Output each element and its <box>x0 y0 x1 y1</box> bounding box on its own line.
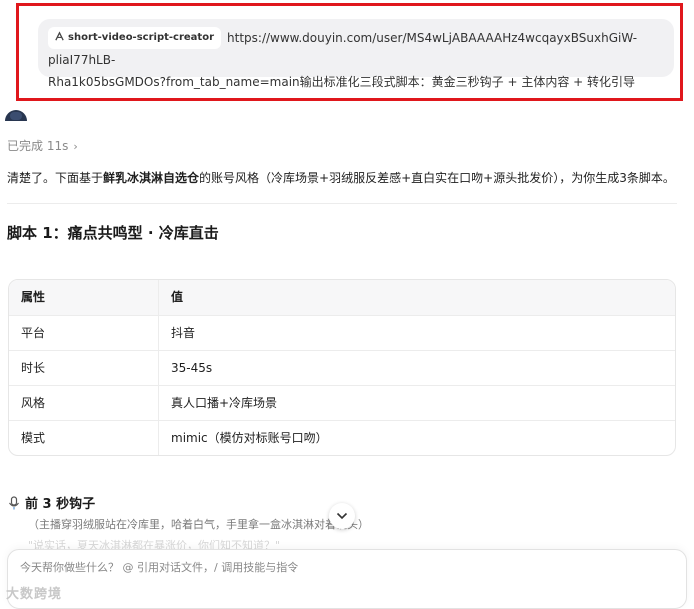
composer-placeholder: 今天帮你做些什么？ @ 引用对话文件，/ 调用技能与指令 <box>20 561 299 574</box>
table-cell: 抖音 <box>171 326 196 340</box>
table-row: 时长 35-45s <box>9 350 675 385</box>
table-header-cell: 值 <box>171 290 184 304</box>
table-cell: 平台 <box>21 326 46 340</box>
table-cell: 35-45s <box>171 361 213 375</box>
intro-brand: 鲜乳冰淇淋自选仓 <box>103 171 200 185</box>
message-composer[interactable]: 今天帮你做些什么？ @ 引用对话文件，/ 调用技能与指令 <box>7 549 687 609</box>
watermark-text: 大数跨境 <box>6 587 63 602</box>
watermark: 大数跨境 <box>6 583 62 602</box>
completion-label: 已完成 11s <box>7 139 69 153</box>
table-row: 平台 抖音 <box>9 315 675 350</box>
skill-chip[interactable]: short-video-script-creator <box>48 27 222 49</box>
table-row: 风格 真人口播+冷库场景 <box>9 385 675 420</box>
script-title: 脚本 1：痛点共鸣型 · 冷库直击 <box>7 224 219 242</box>
table-cell: mimic（模仿对标账号口吻） <box>171 431 328 445</box>
table-cell: 真人口播+冷库场景 <box>171 396 278 410</box>
table-cell: 风格 <box>21 396 46 410</box>
hook-section-title: 前 3 秒钩子 <box>8 493 95 514</box>
microphone-icon <box>8 496 20 514</box>
chevron-right-icon: › <box>73 140 78 153</box>
chevron-down-icon <box>336 512 348 520</box>
assistant-avatar <box>5 110 27 121</box>
intro-paragraph: 清楚了。下面基于鲜乳冰淇淋自选仓的账号风格（冷库场景+羽绒服反差感+直白实在口吻… <box>7 169 675 186</box>
table-header-cell: 属性 <box>21 290 46 304</box>
table-cell: 模式 <box>21 431 46 445</box>
hook-direction: （主播穿羽绒服站在冷库里，哈着白气，手里拿一盒冰淇淋对着镜头） <box>28 518 369 531</box>
table-row: 模式 mimic（模仿对标账号口吻） <box>9 420 675 455</box>
table-header-row: 属性 值 <box>9 280 675 315</box>
user-prompt-bubble: short-video-script-creator https://www.do… <box>38 19 674 89</box>
hook-title-text: 前 3 秒钩子 <box>25 497 96 512</box>
divider <box>7 203 677 204</box>
intro-prefix: 清楚了。下面基于 <box>7 171 104 185</box>
completion-status[interactable]: 已完成 11s › <box>7 137 78 154</box>
intro-suffix: 的账号风格（冷库场景+羽绒服反差感+直白实在口吻+源头批发价），为你生成3条脚本… <box>199 171 675 185</box>
scroll-to-bottom-button[interactable] <box>329 503 355 529</box>
attribute-table: 属性 值 平台 抖音 时长 35-45s 风格 真人口播+冷库场景 模式 mim… <box>8 279 676 456</box>
skill-icon <box>55 31 64 41</box>
table-cell: 时长 <box>21 361 46 375</box>
skill-chip-label: short-video-script-creator <box>68 32 215 43</box>
prompt-text-line2: Rha1k05bsGMDOs?from_tab_name=main输出标准化三段… <box>48 75 636 89</box>
